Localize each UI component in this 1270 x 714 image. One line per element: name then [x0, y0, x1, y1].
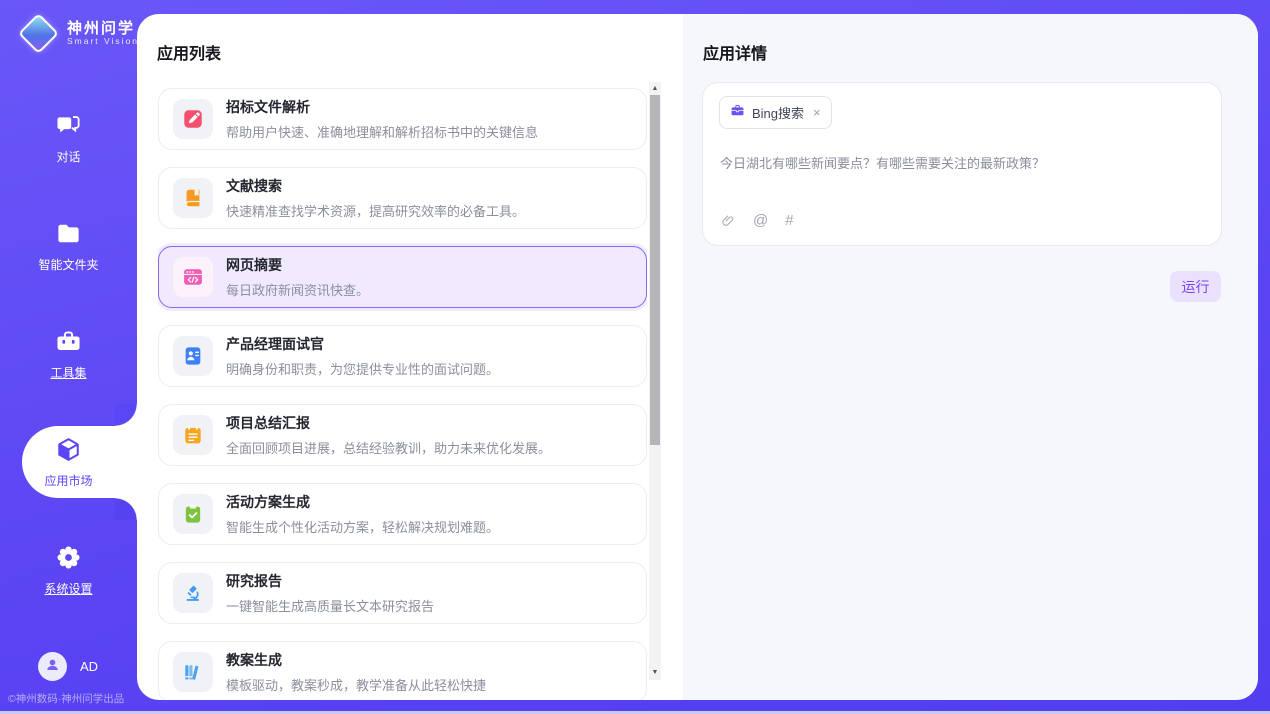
query-input[interactable]: 今日湖北有哪些新闻要点？有哪些需要关注的最新政策？ [720, 153, 1205, 172]
clipboard-check-icon [173, 494, 213, 534]
scroll-up-icon[interactable]: ▲ [649, 83, 661, 95]
hash-icon[interactable]: # [785, 212, 793, 229]
app-card-title: 活动方案生成 [226, 492, 499, 512]
prompt-card: Bing搜索 × 今日湖北有哪些新闻要点？有哪些需要关注的最新政策？ @ # [702, 82, 1222, 246]
summary-note-icon [173, 415, 213, 455]
app-card-bid-analysis[interactable]: 招标文件解析帮助用户快速、准确地理解和解析招标书中的关键信息 [158, 88, 647, 150]
app-detail-pane: 应用详情 Bing搜索 × 今日湖北有哪些新闻要点？有哪些需要关注的最新政策？ … [683, 14, 1258, 700]
app-card-literature-search[interactable]: 文献搜索快速精准查找学术资源，提高研究效率的必备工具。 [158, 167, 647, 229]
book-icon [173, 178, 213, 218]
avatar [38, 652, 67, 681]
sidebar-item-label: 智能文件夹 [38, 256, 98, 273]
app-card-description: 模板驱动，教案秒成，教学准备从此轻松快捷 [226, 675, 486, 694]
corner-top [115, 404, 137, 426]
copyright-footer: ©神州数码·神州问学出品 [8, 691, 124, 706]
edit-note-icon [173, 99, 213, 139]
sidebar-item-label: 应用市场 [44, 472, 92, 489]
user-account[interactable]: AD [38, 652, 98, 681]
app-list-pane: 应用列表 招标文件解析帮助用户快速、准确地理解和解析招标书中的关键信息文献搜索快… [137, 14, 683, 700]
person-icon [44, 656, 61, 678]
sidebar-item-label: 系统设置 [44, 580, 92, 597]
sidebar-item-smart-folder[interactable]: 智能文件夹 [0, 208, 137, 316]
cube-icon [55, 436, 82, 463]
sidebar-item-app-market[interactable]: 应用市场 [0, 424, 137, 532]
app-card-title: 教案生成 [226, 650, 486, 670]
brand-subtitle: Smart Vision [67, 37, 139, 47]
app-card-description: 全面回顾项目进展，总结经验教训，助力未来优化发展。 [226, 438, 551, 457]
app-card-description: 每日政府新闻资讯快查。 [226, 280, 369, 299]
tool-chip-label: Bing搜索 [752, 103, 804, 122]
chip-close-icon[interactable]: × [813, 105, 821, 120]
app-card-texts: 招标文件解析帮助用户快速、准确地理解和解析招标书中的关键信息 [226, 97, 538, 141]
chat-icon [55, 112, 82, 139]
app-card-list: 招标文件解析帮助用户快速、准确地理解和解析招标书中的关键信息文献搜索快速精准查找… [158, 88, 647, 700]
app-card-texts: 项目总结汇报全面回顾项目进展，总结经验教训，助力未来优化发展。 [226, 413, 551, 457]
app-card-event-plan[interactable]: 活动方案生成智能生成个性化活动方案，轻松解决规划难题。 [158, 483, 647, 545]
scrollbar[interactable]: ▲ ▼ [649, 82, 661, 680]
app-card-texts: 活动方案生成智能生成个性化活动方案，轻松解决规划难题。 [226, 492, 499, 536]
tool-chip-bing-search[interactable]: Bing搜索 × [719, 96, 832, 129]
paperclip-icon[interactable] [720, 213, 736, 229]
browser-code-icon [173, 257, 213, 297]
app-card-texts: 文献搜索快速精准查找学术资源，提高研究效率的必备工具。 [226, 176, 525, 220]
sidebar-nav: 对话智能文件夹工具集应用市场系统设置 [0, 100, 137, 640]
app-card-description: 智能生成个性化活动方案，轻松解决规划难题。 [226, 517, 499, 536]
app-card-research-report[interactable]: 研究报告一键智能生成高质量长文本研究报告 [158, 562, 647, 624]
diamond-logo-icon [18, 13, 59, 54]
content-panel: 应用列表 招标文件解析帮助用户快速、准确地理解和解析招标书中的关键信息文献搜索快… [137, 14, 1258, 700]
run-button[interactable]: 运行 [1170, 271, 1221, 302]
app-root: 神州问学 Smart Vision 对话智能文件夹工具集应用市场系统设置 AD … [0, 0, 1270, 714]
app-card-title: 项目总结汇报 [226, 413, 551, 433]
interview-icon [173, 336, 213, 376]
briefcase-icon [730, 103, 745, 123]
app-card-project-summary[interactable]: 项目总结汇报全面回顾项目进展，总结经验教训，助力未来优化发展。 [158, 404, 647, 466]
app-card-texts: 产品经理面试官明确身份和职责，为您提供专业性的面试问题。 [226, 334, 499, 378]
gear-icon [55, 544, 82, 571]
attachment-toolbar: @ # [720, 212, 794, 229]
sidebar-item-label: 对话 [56, 148, 80, 165]
app-card-title: 网页摘要 [226, 255, 369, 275]
app-card-pm-interviewer[interactable]: 产品经理面试官明确身份和职责，为您提供专业性的面试问题。 [158, 325, 647, 387]
sidebar-item-label: 工具集 [50, 364, 86, 381]
app-card-description: 帮助用户快速、准确地理解和解析招标书中的关键信息 [226, 122, 538, 141]
app-card-texts: 研究报告一键智能生成高质量长文本研究报告 [226, 571, 434, 615]
app-detail-title: 应用详情 [703, 40, 767, 64]
folder-icon [55, 220, 82, 247]
at-icon[interactable]: @ [753, 212, 768, 229]
research-icon [173, 573, 213, 613]
app-card-texts: 网页摘要每日政府新闻资讯快查。 [226, 255, 369, 299]
user-name: AD [80, 659, 98, 674]
app-card-title: 招标文件解析 [226, 97, 538, 117]
brand: 神州问学 Smart Vision [20, 15, 139, 52]
app-card-title: 文献搜索 [226, 176, 525, 196]
sidebar-item-chat[interactable]: 对话 [0, 100, 137, 208]
app-card-description: 一键智能生成高质量长文本研究报告 [226, 596, 434, 615]
toolbox-icon [55, 328, 82, 355]
app-card-texts: 教案生成模板驱动，教案秒成，教学准备从此轻松快捷 [226, 650, 486, 694]
app-list-title: 应用列表 [157, 40, 221, 64]
app-card-title: 研究报告 [226, 571, 434, 591]
scroll-down-icon[interactable]: ▼ [649, 667, 661, 679]
brand-name: 神州问学 [67, 20, 139, 37]
app-card-title: 产品经理面试官 [226, 334, 499, 354]
app-card-description: 明确身份和职责，为您提供专业性的面试问题。 [226, 359, 499, 378]
app-card-description: 快速精准查找学术资源，提高研究效率的必备工具。 [226, 201, 525, 220]
books-icon [173, 652, 213, 692]
app-card-web-summary[interactable]: 网页摘要每日政府新闻资讯快查。 [158, 246, 647, 308]
sidebar-item-system-settings[interactable]: 系统设置 [0, 532, 137, 640]
scrollbar-thumb[interactable] [650, 95, 660, 445]
app-card-lesson-plan[interactable]: 教案生成模板驱动，教案秒成，教学准备从此轻松快捷 [158, 641, 647, 700]
corner-bottom [115, 498, 137, 520]
